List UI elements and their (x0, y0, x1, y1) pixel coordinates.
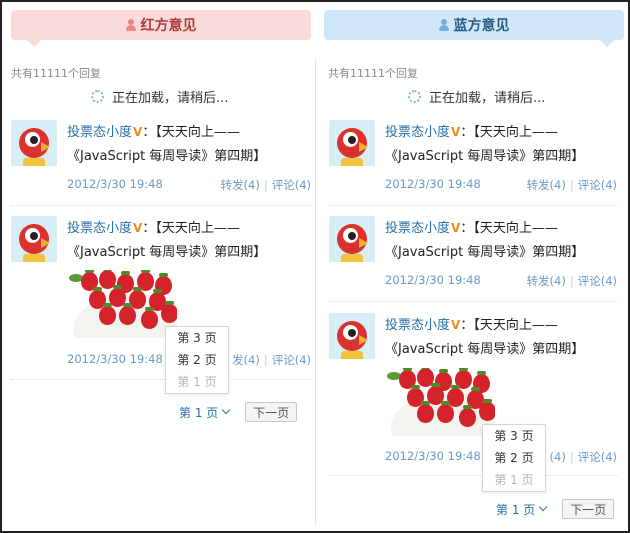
column-divider (315, 58, 316, 526)
red-header-title: 红方意见 (140, 18, 197, 34)
page-select-label: 第 1 页 (179, 405, 219, 420)
bird-avatar-icon[interactable] (329, 120, 375, 166)
divider: | (263, 353, 268, 367)
post-text-line2: 《JavaScript 每周导读》第四期】 (385, 342, 585, 357)
verified-v-icon: V (451, 221, 461, 235)
post-text: 投票态小度V：【天天向上—— 《JavaScript 每周导读》第四期】 (385, 120, 629, 169)
header-pointer (600, 40, 614, 47)
divider: | (569, 450, 574, 464)
next-page-button[interactable]: 下一页 (245, 402, 298, 422)
repost-link[interactable]: 转发(4) (221, 178, 260, 192)
comment-link[interactable]: 评论(4) (578, 274, 617, 288)
user-icon (438, 19, 449, 31)
post-text: 投票态小度V：【天天向上—— 《JavaScript 每周导读》第四期】 (67, 120, 311, 169)
page-select[interactable]: 第 1 页 (496, 501, 548, 518)
blue-pager: 第 1 页 下一页 (496, 499, 615, 519)
page-option-current: 第 1 页 (177, 375, 217, 389)
page-option[interactable]: 第 2 页 (483, 447, 545, 469)
user-icon (125, 19, 136, 31)
repost-link[interactable]: (4) (550, 450, 566, 464)
author-link[interactable]: 投票态小度 (67, 221, 132, 236)
divider: | (263, 178, 268, 192)
red-loading: 正在加载，请稍后... (91, 87, 228, 106)
list-item: 投票态小度V：【天天向上—— 《JavaScript 每周导读》第四期】 201… (11, 120, 311, 206)
comment-link[interactable]: 评论(4) (272, 178, 311, 192)
post-photo[interactable] (385, 368, 495, 436)
post-time: 2012/3/30 19:48 (385, 273, 481, 287)
list-item: 投票态小度V：【天天向上—— 《JavaScript 每周导读》第四期】 201… (329, 313, 617, 476)
bird-avatar-icon[interactable] (11, 120, 57, 166)
list-item: 投票态小度V：【天天向上—— 《JavaScript 每周导读》第四期】 201… (11, 216, 311, 380)
author-link[interactable]: 投票态小度 (67, 125, 132, 140)
verified-v-icon: V (451, 318, 461, 332)
post-text: 投票态小度V：【天天向上—— 《JavaScript 每周导读》第四期】 (67, 216, 311, 265)
page-dropdown: 第 3 页 第 2 页 第 1 页 (482, 424, 546, 492)
blue-column: 蓝方意见 共有11111个回复 正在加载，请稍后... 投票态小度V：【天天向上… (324, 2, 624, 531)
next-page-button[interactable]: 下一页 (562, 499, 615, 519)
bird-avatar-icon[interactable] (329, 216, 375, 262)
header-pointer (27, 40, 41, 47)
repost-link[interactable]: 转发(4) (527, 178, 566, 192)
red-header: 红方意见 (11, 10, 311, 47)
bird-avatar-icon[interactable] (329, 313, 375, 359)
spinner-icon (91, 90, 104, 103)
blue-total-count: 共有11111个回复 (328, 67, 418, 80)
page-option[interactable]: 第 3 页 (483, 425, 545, 447)
post-text-line2: 《JavaScript 每周导读》第四期】 (67, 245, 267, 260)
page-select[interactable]: 第 1 页 (179, 404, 231, 421)
page-select-label: 第 1 页 (496, 502, 536, 517)
post-text-line2: 《JavaScript 每周导读》第四期】 (385, 245, 585, 260)
page-option[interactable]: 第 2 页 (166, 349, 228, 371)
app-frame: 红方意见 共有11111个回复 正在加载，请稍后... 投票态小度V：【天天向上… (0, 0, 630, 533)
post-text-line1: ：【天天向上—— (460, 318, 558, 333)
bird-avatar-icon[interactable] (11, 216, 57, 262)
post-text-line2: 《JavaScript 每周导读》第四期】 (67, 149, 267, 164)
post-photo[interactable] (67, 270, 177, 338)
divider: | (569, 274, 574, 288)
post-time: 2012/3/30 19:48 (67, 352, 163, 366)
post-text-line1: ：【天天向上—— (142, 125, 240, 140)
page-option[interactable]: 第 3 页 (166, 327, 228, 349)
list-item: 投票态小度V：【天天向上—— 《JavaScript 每周导读》第四期】 201… (329, 216, 617, 302)
page-dropdown: 第 3 页 第 2 页 第 1 页 (165, 326, 229, 394)
blue-loading: 正在加载，请稍后... (408, 87, 545, 106)
post-time: 2012/3/30 19:48 (385, 177, 481, 191)
red-total-count: 共有11111个回复 (11, 67, 101, 80)
repost-link[interactable]: 转发(4) (527, 274, 566, 288)
comment-link[interactable]: 评论(4) (578, 178, 617, 192)
spinner-icon (408, 90, 421, 103)
post-text-line1: ：【天天向上—— (460, 221, 558, 236)
verified-v-icon: V (133, 221, 143, 235)
chevron-down-icon (222, 405, 231, 415)
author-link[interactable]: 投票态小度 (385, 221, 450, 236)
author-link[interactable]: 投票态小度 (385, 318, 450, 333)
post-text-line1: ：【天天向上—— (460, 125, 558, 140)
comment-link[interactable]: 评论(4) (578, 450, 617, 464)
divider: | (569, 178, 574, 192)
post-time: 2012/3/30 19:48 (385, 449, 481, 463)
post-time: 2012/3/30 19:48 (67, 177, 163, 191)
post-text-line2: 《JavaScript 每周导读》第四期】 (385, 149, 585, 164)
author-link[interactable]: 投票态小度 (385, 125, 450, 140)
blue-header: 蓝方意见 (324, 10, 624, 47)
loading-text: 正在加载，请稍后... (429, 91, 546, 106)
comment-link[interactable]: 评论(4) (272, 353, 311, 367)
list-item: 投票态小度V：【天天向上—— 《JavaScript 每周导读》第四期】 201… (329, 120, 617, 206)
post-text: 投票态小度V：【天天向上—— 《JavaScript 每周导读》第四期】 (385, 313, 629, 362)
red-column: 红方意见 共有11111个回复 正在加载，请稍后... 投票态小度V：【天天向上… (11, 2, 311, 531)
repost-link[interactable]: 发(4) (232, 353, 260, 367)
post-text: 投票态小度V：【天天向上—— 《JavaScript 每周导读》第四期】 (385, 216, 629, 265)
post-text-line1: ：【天天向上—— (142, 221, 240, 236)
red-pager: 第 1 页 下一页 (179, 402, 298, 422)
loading-text: 正在加载，请稍后... (112, 91, 229, 106)
page-option-current: 第 1 页 (494, 473, 534, 487)
verified-v-icon: V (451, 125, 461, 139)
verified-v-icon: V (133, 125, 143, 139)
blue-header-title: 蓝方意见 (453, 18, 510, 34)
chevron-down-icon (539, 502, 548, 512)
